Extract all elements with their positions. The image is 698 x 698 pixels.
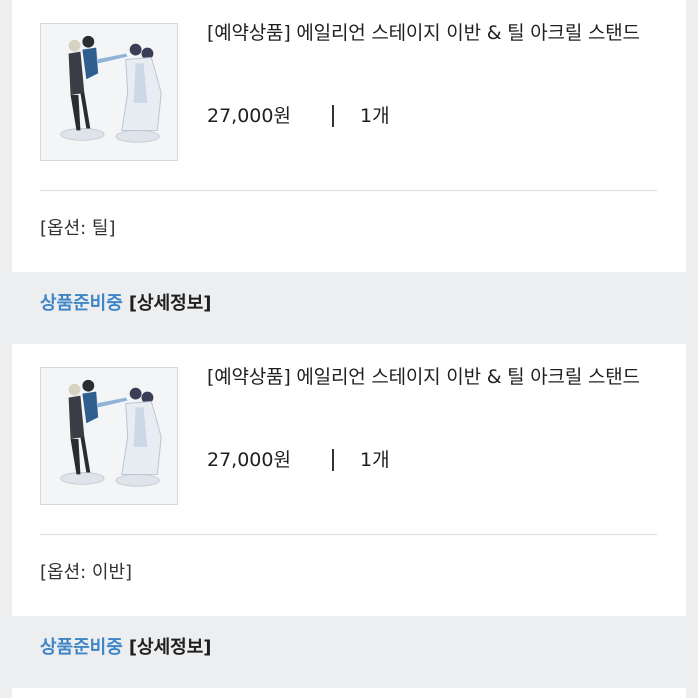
card-divider xyxy=(40,534,657,535)
price-quantity-row: 27,000원 1개 xyxy=(207,446,390,474)
product-quantity: 1개 xyxy=(360,449,390,471)
order-status-text: 상품준비중 [상세정보] xyxy=(40,635,212,661)
order-status-bar: 상품준비중 [상세정보] xyxy=(12,616,686,680)
product-price: 27,000원 xyxy=(207,449,291,471)
price-quantity-row: 27,000원 1개 xyxy=(207,102,390,130)
order-status-bar: 상품준비중 [상세정보] xyxy=(12,272,686,336)
order-status-label: 상품준비중 xyxy=(40,637,123,658)
order-status-text: 상품준비중 [상세정보] xyxy=(40,291,212,317)
product-title[interactable]: [예약상품] 에일리언 스테이지 이반 & 틸 아크릴 스탠드 xyxy=(207,19,687,48)
order-detail-link[interactable]: [상세정보] xyxy=(129,293,212,314)
product-thumbnail[interactable] xyxy=(40,367,178,505)
price-quantity-divider xyxy=(332,105,334,127)
order-item-card-partial xyxy=(12,688,686,698)
order-item-card: [예약상품] 에일리언 스테이지 이반 & 틸 아크릴 스탠드 27,000원 … xyxy=(12,0,686,272)
product-price: 27,000원 xyxy=(207,105,291,127)
order-item-card: [예약상품] 에일리언 스테이지 이반 & 틸 아크릴 스탠드 27,000원 … xyxy=(12,344,686,616)
card-divider xyxy=(40,190,657,191)
product-title[interactable]: [예약상품] 에일리언 스테이지 이반 & 틸 아크릴 스탠드 xyxy=(207,363,687,392)
order-status-label: 상품준비중 xyxy=(40,293,123,314)
acrylic-stand-image-icon xyxy=(41,24,177,160)
product-thumbnail[interactable] xyxy=(40,23,178,161)
order-list-page: [예약상품] 에일리언 스테이지 이반 & 틸 아크릴 스탠드 27,000원 … xyxy=(0,0,698,698)
acrylic-stand-image-icon xyxy=(41,368,177,504)
price-quantity-divider xyxy=(332,449,334,471)
product-quantity: 1개 xyxy=(360,105,390,127)
order-detail-link[interactable]: [상세정보] xyxy=(129,637,212,658)
product-option: [옵션: 이반] xyxy=(40,562,133,583)
product-option: [옵션: 틸] xyxy=(40,218,116,239)
